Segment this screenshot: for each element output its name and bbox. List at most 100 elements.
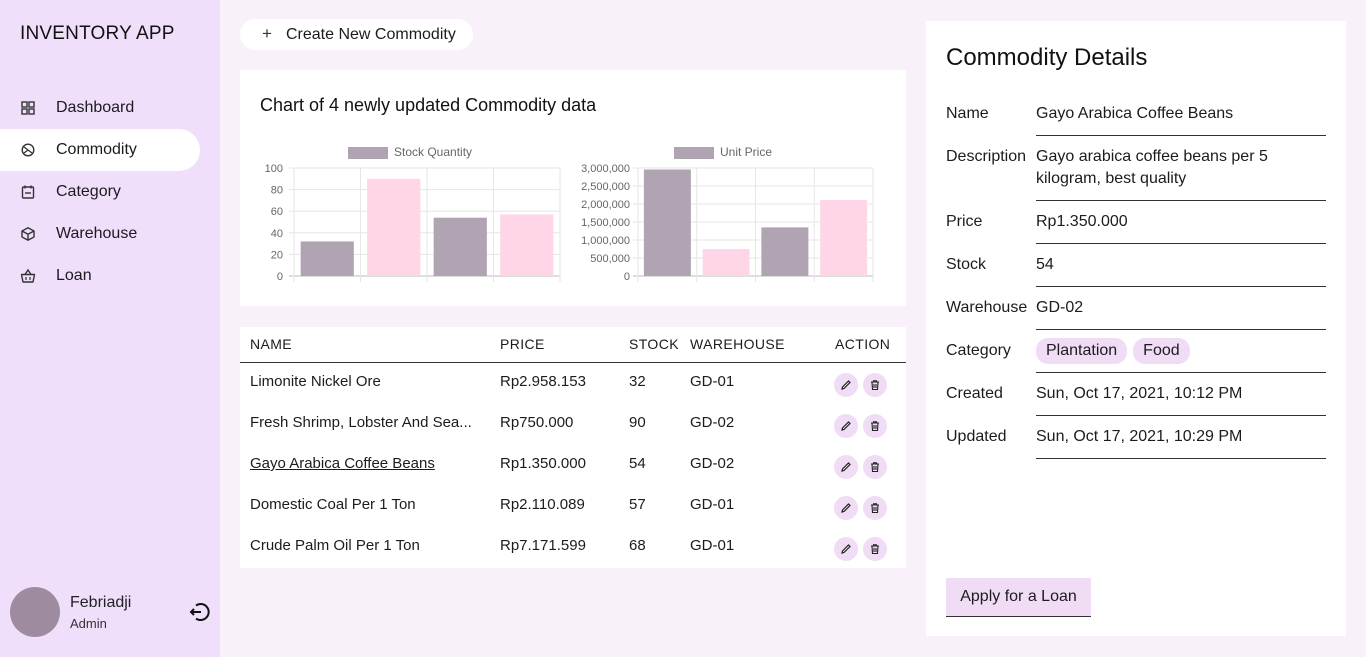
user-name: Febriadji [70,594,132,611]
delete-button[interactable] [863,455,887,479]
user-role: Admin [70,616,107,631]
cell-warehouse: GD-02 [690,414,735,431]
pencil-icon [841,544,851,554]
warehouse-icon [21,227,35,241]
detail-label-created: Created [946,385,1003,402]
cell-price: Rp7.171.599 [500,537,586,554]
sidebar-item-label: Loan [56,267,92,284]
basket-icon [20,268,36,283]
sidebar-item-loan[interactable]: Loan [0,255,200,297]
legend-label: Unit Price [720,145,772,159]
detail-label-price: Price [946,213,983,230]
edit-button[interactable] [834,537,858,561]
sidebar-item-label: Category [56,183,121,200]
legend-swatch [348,147,388,159]
detail-value-description: Gayo arabica coffee beans per 5 kilogram… [1036,148,1268,187]
y-tick-label: 1,500,000 [581,217,630,229]
bar-chart-2: 3,000,000 2,500,000 2,000,000 1,500,000 1,00… [581,145,874,283]
pencil-icon [841,462,851,472]
cell-name[interactable]: Crude Palm Oil Per 1 Ton [250,537,420,554]
legend-swatch [674,147,714,159]
trash-icon [871,421,879,432]
column-header-name[interactable]: NAME [250,336,292,352]
table-row[interactable]: Gayo Arabica Coffee Beans Rp1.350.000 54 GD… [240,445,906,486]
divider [1036,200,1326,201]
y-tick-label: 0 [277,271,283,283]
divider [1036,286,1326,287]
y-tick-label: 80 [271,185,283,197]
category-icon [21,185,35,199]
edit-button[interactable] [834,373,858,397]
cell-warehouse: GD-01 [690,373,735,390]
cell-stock: 68 [629,537,646,554]
bar [500,214,554,276]
cell-stock: 57 [629,496,646,513]
trash-icon [871,380,879,391]
delete-button[interactable] [863,414,887,438]
charts-svg: 100 80 60 40 20 0 Stock Quantity 3,000,000 2,500… [265,145,874,283]
divider [1036,458,1326,459]
table-row[interactable]: Limonite Nickel Ore Rp2.958.153 32 GD-01 [240,363,906,404]
pencil-icon [841,503,851,513]
legend-label: Stock Quantity [394,145,472,159]
logout-icon[interactable] [187,600,211,624]
edit-button[interactable] [834,496,858,520]
column-header-action: ACTION [835,336,891,352]
sidebar-item-label: Dashboard [56,99,135,116]
column-header-stock[interactable]: STOCK [629,336,679,352]
sidebar-item-dashboard[interactable]: Dashboard [0,87,200,129]
cell-stock: 32 [629,373,646,390]
sidebar-item-commodity[interactable]: Commodity [0,129,200,171]
cell-price: Rp1.350.000 [500,455,586,472]
cell-warehouse: GD-01 [690,537,735,554]
trash-icon [871,544,879,555]
cell-warehouse: GD-01 [690,496,735,513]
detail-value-updated: Sun, Oct 17, 2021, 10:29 PM [1036,428,1243,445]
detail-label-warehouse: Warehouse [946,299,1028,316]
sidebar-item-label: Commodity [56,141,137,158]
category-chip[interactable]: Plantation [1036,338,1128,364]
cell-price: Rp2.958.153 [500,373,586,390]
detail-title: Commodity Details [946,44,1148,71]
trash-icon [871,462,879,473]
table-row[interactable]: Crude Palm Oil Per 1 Ton Rp7.171.599 68 GD-… [240,527,906,568]
y-tick-label: 2,000,000 [581,199,630,211]
detail-label-description: Description [946,148,1027,165]
column-header-warehouse[interactable]: WAREHOUSE [690,336,785,352]
cell-name[interactable]: Fresh Shrimp, Lobster And Sea... [250,414,472,431]
bar [367,178,421,276]
edit-button[interactable] [834,455,858,479]
bar [643,169,691,276]
category-chip[interactable]: Food [1133,338,1190,364]
avatar[interactable] [10,587,60,637]
detail-value-name: Gayo Arabica Coffee Beans [1036,105,1234,122]
delete-button[interactable] [863,373,887,397]
cell-name[interactable]: Gayo Arabica Coffee Beans [250,455,435,472]
divider [1036,415,1326,416]
detail-value-categories: Plantation Food [1036,338,1326,364]
bar-chart-1: 100 80 60 40 20 0 Stock Quantity [265,145,561,283]
column-header-price[interactable]: PRICE [500,336,545,352]
delete-button[interactable] [863,537,887,561]
divider [1036,329,1326,330]
create-commodity-label: Create New Commodity [286,26,456,43]
delete-button[interactable] [863,496,887,520]
create-commodity-button[interactable]: + Create New Commodity [240,19,473,50]
cell-name[interactable]: Limonite Nickel Ore [250,373,381,390]
table-row[interactable]: Fresh Shrimp, Lobster And Sea... Rp750.00… [240,404,906,445]
y-tick-label: 0 [624,271,630,283]
cell-name[interactable]: Domestic Coal Per 1 Ton [250,496,416,513]
detail-label-updated: Updated [946,428,1007,445]
y-tick-label: 40 [271,228,283,240]
pencil-icon [841,380,851,390]
bar [702,249,750,276]
sidebar-item-warehouse[interactable]: Warehouse [0,213,200,255]
detail-label-category: Category [946,342,1011,359]
user-profile: Febriadji Admin [10,587,215,637]
edit-button[interactable] [834,414,858,438]
apply-loan-button[interactable]: Apply for a Loan [946,578,1091,617]
y-tick-label: 2,500,000 [581,181,630,193]
sidebar-item-category[interactable]: Category [0,171,200,213]
table-row[interactable]: Domestic Coal Per 1 Ton Rp2.110.089 57 GD-0… [240,486,906,527]
y-tick-label: 60 [271,206,283,218]
